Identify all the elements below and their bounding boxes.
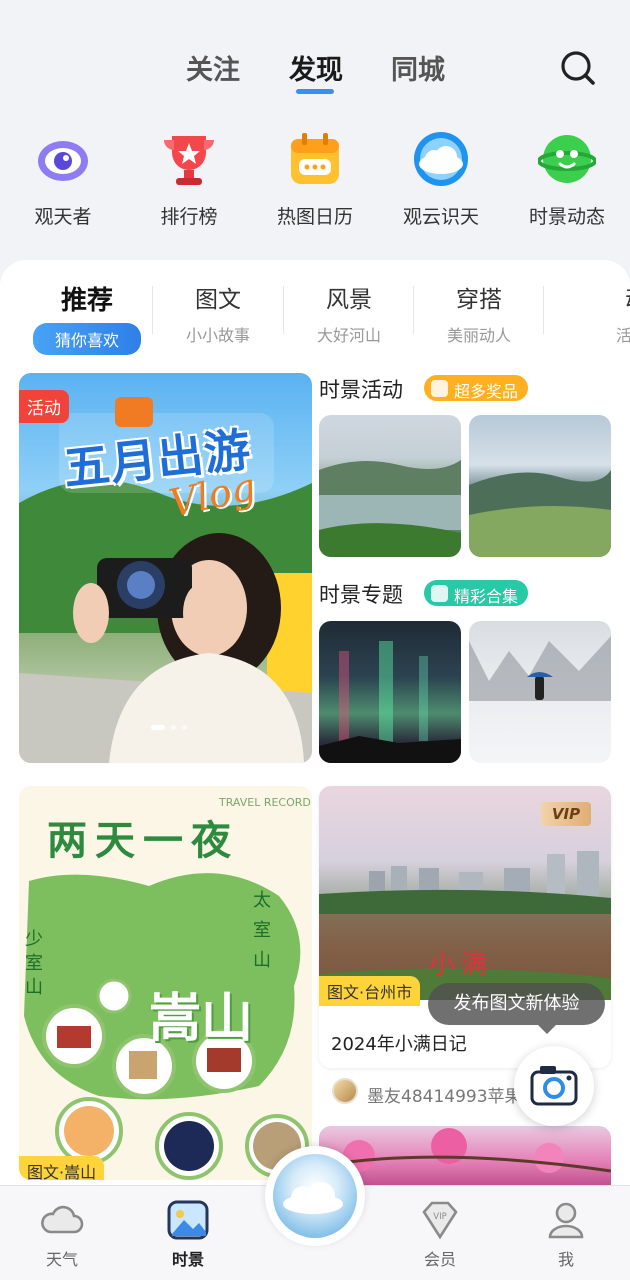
map-card-tag: 图文·嵩山 (19, 1156, 105, 1180)
map-place: 嵩山 (149, 989, 254, 1049)
eye-icon (34, 130, 92, 188)
top-tab-bar: 关注 发现 同城 (0, 0, 630, 110)
trophy-icon (160, 130, 218, 188)
topic-pill[interactable]: 精彩合集 (424, 580, 529, 606)
nav-weather[interactable]: 天气 (22, 1200, 102, 1270)
shortcut-calendar[interactable]: 热图日历 (260, 130, 370, 229)
category-subtitle: 大好河山 (316, 326, 381, 345)
svg-text:VIP: VIP (433, 1212, 446, 1222)
blossom-card[interactable] (319, 1126, 611, 1186)
category-title: 动 (530, 280, 630, 314)
category-title: 推荐 (60, 286, 113, 316)
camera-icon (530, 1066, 578, 1106)
map-side-left: 少室山 (25, 929, 43, 998)
tab-follow[interactable]: 关注 (186, 48, 240, 87)
city-photo: VIP 小满 图文·台州市 (319, 786, 611, 1006)
category-title: 风景 (326, 287, 372, 313)
shortcut-watcher[interactable]: 观天者 (8, 130, 118, 229)
shortcut-label: 排行榜 (160, 206, 218, 228)
tab-discover[interactable]: 发现 (289, 48, 343, 87)
pill-label: 精彩合集 (454, 587, 519, 606)
search-icon[interactable] (558, 48, 598, 88)
carousel-dots (151, 725, 187, 730)
photo-icon (166, 1200, 210, 1240)
activity-title[interactable]: 时景活动 (319, 374, 403, 404)
vip-badge: VIP (541, 802, 591, 826)
category-subtitle: 猜你喜欢 (32, 323, 141, 355)
category-subtitle: 活灵 (615, 326, 630, 345)
planet-face-icon (537, 130, 597, 188)
city-caption: 小满 (429, 950, 494, 980)
cloud-outline-icon (40, 1200, 84, 1240)
nav-label: 我 (557, 1250, 574, 1269)
grid-icon (431, 585, 448, 602)
category-graphic[interactable]: 图文 小小故事 (153, 280, 283, 346)
shortcut-label: 观天者 (34, 206, 92, 228)
camera-button[interactable] (514, 1046, 594, 1126)
category-outfit[interactable]: 穿搭 美丽动人 (414, 280, 544, 346)
activity-photo-lake[interactable] (319, 415, 461, 557)
topic-photo-aurora[interactable] (319, 621, 461, 763)
nav-label: 会员 (423, 1250, 456, 1269)
shortcut-label: 观云识天 (402, 206, 479, 228)
city-card-author[interactable]: 墨友48414993苹果 (367, 1082, 517, 1107)
activity-badge: 活动 (19, 390, 69, 423)
calendar-icon (286, 130, 344, 188)
activity-banner[interactable]: 五月出游 Vlog 活动 (19, 373, 312, 763)
category-scenery[interactable]: 风景 大好河山 (284, 280, 414, 346)
activity-photo-valley[interactable] (469, 415, 611, 557)
category-motion[interactable]: 动 活灵 (530, 280, 630, 346)
topic-title[interactable]: 时景专题 (319, 579, 403, 609)
activity-pill[interactable]: 超多奖品 (424, 375, 529, 401)
sky-thumbnail (273, 1154, 357, 1238)
city-card[interactable]: VIP 小满 图文·台州市 2024年小满日记 (319, 786, 611, 1068)
publish-tip: 发布图文新体验 (428, 983, 605, 1034)
category-recommend[interactable]: 推荐 猜你喜欢 (22, 280, 152, 355)
nav-label: 天气 (45, 1250, 78, 1269)
city-card-title: 2024年小满日记 (331, 1034, 467, 1055)
map-stamp: TRAVEL RECORD (219, 796, 311, 809)
avatar[interactable] (332, 1078, 358, 1104)
tab-local[interactable]: 同城 (391, 48, 445, 87)
category-title: 图文 (195, 287, 241, 313)
pill-label: 超多奖品 (454, 382, 519, 401)
center-publish-button[interactable] (265, 1146, 365, 1246)
shortcut-row: 观天者 排行榜 热图日历 观云识天 时景动态 (0, 130, 630, 230)
map-side-right: 太室山 (253, 890, 271, 971)
category-tabs: 推荐 猜你喜欢 图文 小小故事 风景 大好河山 穿搭 美丽动人 动 活灵 (0, 260, 630, 355)
gift-icon (431, 380, 448, 397)
category-subtitle: 小小故事 (185, 326, 250, 345)
shortcut-label: 热图日历 (276, 206, 353, 228)
nav-scenery[interactable]: 时景 (148, 1200, 228, 1270)
cloud-icon (412, 130, 470, 188)
shortcut-label: 时景动态 (528, 206, 605, 228)
nav-vip[interactable]: VIP 会员 (400, 1200, 480, 1270)
category-title: 穿搭 (456, 287, 502, 313)
shortcut-ranking[interactable]: 排行榜 (134, 130, 244, 229)
user-icon (544, 1200, 588, 1240)
map-heading: 两天一夜 (47, 818, 239, 864)
shortcut-feed[interactable]: 时景动态 (512, 130, 622, 229)
topic-photo-snow[interactable] (469, 621, 611, 763)
category-subtitle: 美丽动人 (446, 326, 511, 345)
map-card[interactable]: 两天一夜 TRAVEL RECORD 嵩山 少室山 太室山 图文·嵩山 (19, 786, 312, 1180)
nav-me[interactable]: 我 (526, 1200, 606, 1270)
nav-label: 时景 (171, 1250, 204, 1269)
shortcut-cloud[interactable]: 观云识天 (386, 130, 496, 229)
active-tab-indicator (296, 89, 334, 94)
city-card-tag: 图文·台州市 (319, 976, 421, 1006)
vip-diamond-icon: VIP (418, 1200, 462, 1240)
